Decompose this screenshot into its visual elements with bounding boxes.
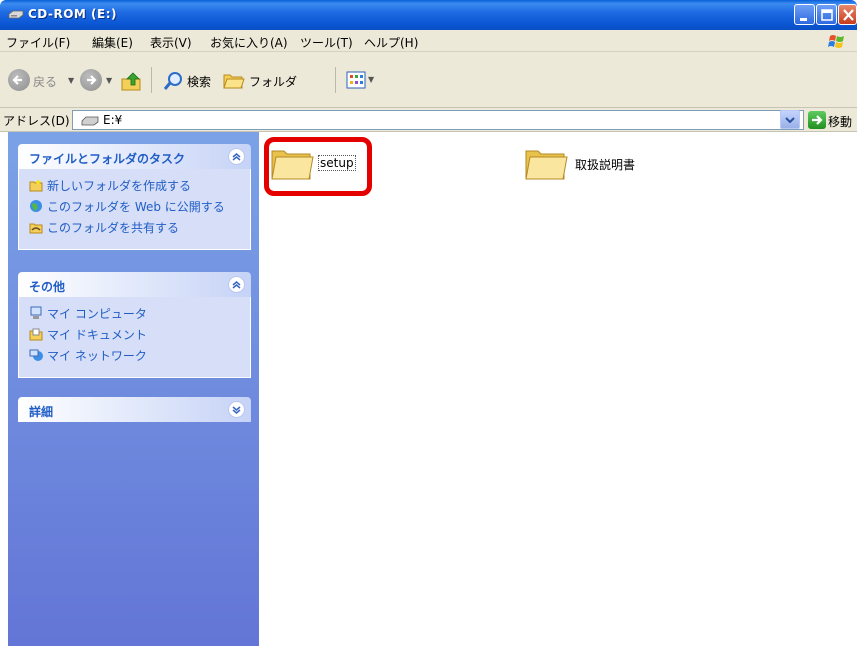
file-list-area[interactable] bbox=[259, 132, 857, 646]
search-label[interactable]: 検索 bbox=[187, 73, 211, 90]
file-tasks-title: ファイルとフォルダのタスク bbox=[29, 152, 186, 166]
menu-help[interactable]: ヘルプ(H) bbox=[364, 34, 418, 51]
other-places-header[interactable]: その他 bbox=[18, 272, 251, 297]
folder-up-icon[interactable] bbox=[119, 69, 145, 93]
details-title: 詳細 bbox=[29, 405, 54, 419]
collapse-icon[interactable] bbox=[228, 148, 245, 165]
cd-drive-icon bbox=[8, 10, 24, 19]
forward-dropdown-icon[interactable]: ▼ bbox=[106, 76, 112, 85]
address-dropdown-button[interactable] bbox=[780, 110, 800, 129]
expand-icon[interactable] bbox=[228, 401, 245, 418]
back-button[interactable] bbox=[8, 69, 30, 91]
forward-button[interactable] bbox=[80, 69, 102, 91]
file-tasks-header[interactable]: ファイルとフォルダのタスク bbox=[18, 144, 251, 169]
collapse-icon[interactable] bbox=[228, 276, 245, 293]
other-places-panel: その他 マイ コンピュータ マイ ドキュメント マイ ネットワーク bbox=[18, 272, 251, 378]
file-item-manual[interactable] bbox=[524, 143, 568, 186]
folders-icon[interactable] bbox=[222, 70, 246, 90]
menu-tools[interactable]: ツール(T) bbox=[300, 34, 353, 51]
window-title: CD-ROM (E:) bbox=[28, 7, 117, 21]
views-icon[interactable] bbox=[346, 70, 366, 90]
share-folder-icon bbox=[29, 223, 43, 234]
address-bar: アドレス(D) E:¥ 移動 bbox=[0, 108, 857, 132]
maximize-icon bbox=[821, 9, 833, 21]
minimize-button[interactable] bbox=[794, 4, 815, 25]
details-panel: 詳細 bbox=[18, 397, 251, 422]
search-icon[interactable] bbox=[163, 70, 185, 92]
forward-arrow-icon bbox=[87, 75, 97, 85]
go-arrow-icon bbox=[812, 115, 823, 125]
back-dropdown-icon[interactable]: ▼ bbox=[68, 76, 74, 85]
other-places-body: マイ コンピュータ マイ ドキュメント マイ ネットワーク bbox=[18, 297, 251, 378]
chevron-down-icon bbox=[785, 117, 795, 124]
toolbar: 戻る ▼ ▼ 検索 フォルダ ▼ bbox=[0, 52, 857, 108]
my-network-icon bbox=[29, 349, 43, 361]
minimize-icon bbox=[800, 18, 807, 21]
title-bar[interactable]: CD-ROM (E:) bbox=[0, 0, 857, 30]
toolbar-separator bbox=[335, 67, 336, 93]
folder-icon bbox=[525, 150, 568, 180]
file-tasks-body: 新しいフォルダを作成する このフォルダを Web に公開する このフォルダを共有… bbox=[18, 169, 251, 250]
menu-bar: ファイル(F) 編集(E) 表示(V) お気に入り(A) ツール(T) ヘルプ(… bbox=[0, 30, 857, 52]
place-my-network[interactable]: マイ ネットワーク bbox=[47, 347, 147, 364]
back-arrow-icon bbox=[12, 75, 22, 85]
views-dropdown-icon[interactable]: ▼ bbox=[368, 75, 374, 84]
menu-view[interactable]: 表示(V) bbox=[150, 34, 192, 51]
go-button[interactable] bbox=[808, 111, 826, 129]
close-button[interactable] bbox=[838, 4, 857, 25]
toolbar-separator bbox=[151, 67, 152, 93]
cd-drive-icon bbox=[81, 116, 99, 126]
address-input[interactable]: E:¥ bbox=[72, 110, 804, 130]
place-my-computer[interactable]: マイ コンピュータ bbox=[47, 305, 147, 322]
address-label: アドレス(D) bbox=[3, 114, 70, 128]
task-share-folder[interactable]: このフォルダを共有する bbox=[47, 219, 179, 236]
back-label[interactable]: 戻る bbox=[33, 73, 57, 90]
new-folder-icon bbox=[29, 179, 43, 192]
close-icon bbox=[843, 9, 854, 21]
folders-label[interactable]: フォルダ bbox=[249, 73, 297, 90]
task-publish-web[interactable]: このフォルダを Web に公開する bbox=[47, 198, 225, 215]
task-pane: ファイルとフォルダのタスク 新しいフォルダを作成する このフォルダを Web に… bbox=[8, 132, 259, 646]
address-value: E:¥ bbox=[103, 113, 123, 127]
file-name-manual[interactable]: 取扱説明書 bbox=[575, 156, 635, 173]
highlight-annotation bbox=[264, 137, 372, 196]
publish-web-icon bbox=[30, 200, 42, 212]
place-my-documents[interactable]: マイ ドキュメント bbox=[47, 326, 147, 343]
task-new-folder[interactable]: 新しいフォルダを作成する bbox=[47, 177, 191, 194]
maximize-button[interactable] bbox=[816, 4, 837, 25]
menu-edit[interactable]: 編集(E) bbox=[92, 34, 133, 51]
go-label[interactable]: 移動 bbox=[828, 113, 852, 130]
menu-favorites[interactable]: お気に入り(A) bbox=[210, 34, 288, 51]
details-header[interactable]: 詳細 bbox=[18, 397, 251, 422]
menu-file[interactable]: ファイル(F) bbox=[6, 34, 70, 51]
my-computer-icon bbox=[30, 306, 42, 319]
other-places-title: その他 bbox=[29, 280, 66, 294]
my-documents-icon bbox=[29, 328, 43, 341]
explorer-window: CD-ROM (E:) ファイル(F) 編集(E) 表示(V) お気に入り(A)… bbox=[0, 0, 857, 646]
file-folder-tasks-panel: ファイルとフォルダのタスク 新しいフォルダを作成する このフォルダを Web に… bbox=[18, 144, 251, 250]
windows-logo-icon bbox=[828, 35, 844, 48]
